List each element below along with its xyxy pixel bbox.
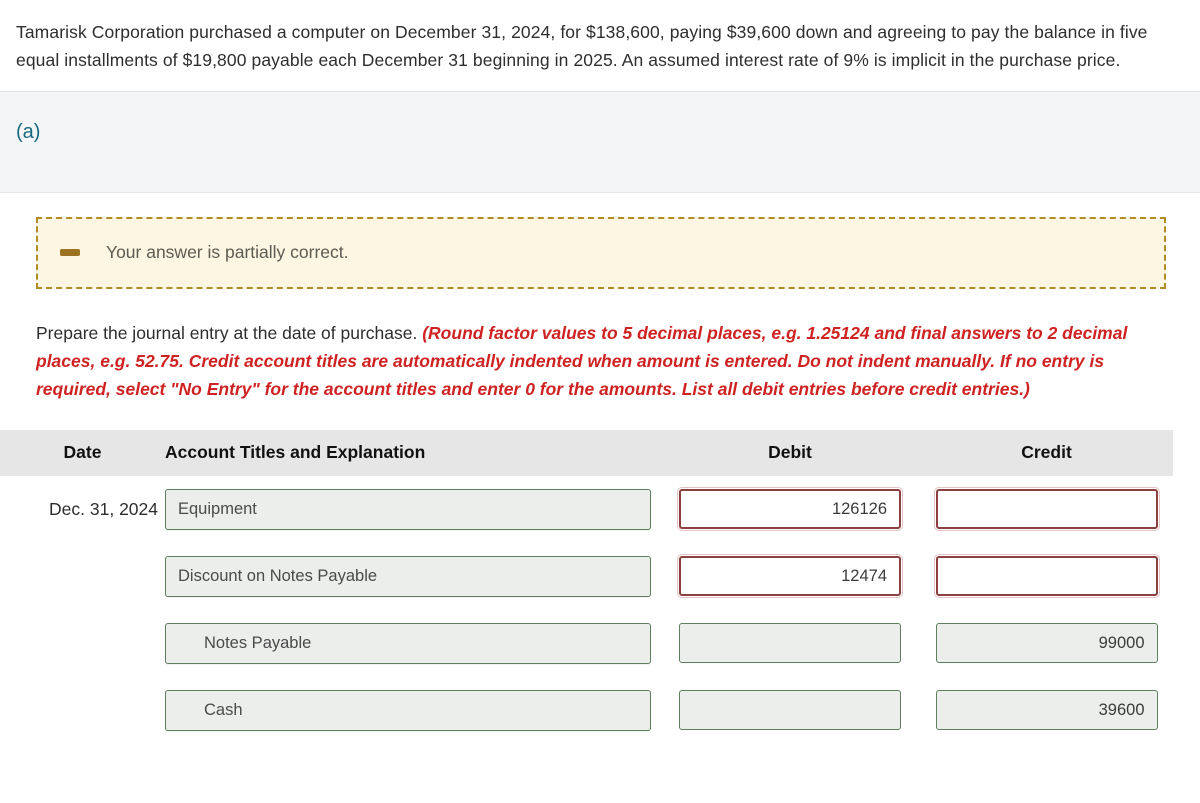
column-header-account: Account Titles and Explanation bbox=[165, 442, 426, 463]
debit-input-1[interactable]: 12474 bbox=[677, 554, 903, 599]
account-select-2[interactable]: Notes Payable bbox=[165, 622, 651, 664]
column-header-date: Date bbox=[63, 442, 102, 463]
credit-input-1[interactable] bbox=[933, 554, 1160, 599]
instructions: Prepare the journal entry at the date of… bbox=[0, 289, 1200, 404]
problem-statement: Tamarisk Corporation purchased a compute… bbox=[0, 0, 1200, 92]
credit-input-3[interactable]: 39600 bbox=[935, 690, 1158, 731]
minus-dash-icon bbox=[60, 249, 80, 257]
account-cell-3: Cash bbox=[165, 689, 660, 731]
instructions-lead: Prepare the journal entry at the date of… bbox=[36, 322, 423, 343]
journal-header-row: Date Account Titles and Explanation Debi… bbox=[0, 429, 1173, 476]
alert-wrapper: Your answer is partially correct. bbox=[0, 193, 1200, 289]
credit-cell-2: 99000 bbox=[920, 623, 1173, 664]
column-header-debit: Debit bbox=[768, 442, 812, 463]
part-label: (a) bbox=[16, 120, 41, 143]
credit-cell-0 bbox=[920, 487, 1173, 532]
account-select-3[interactable]: Cash bbox=[165, 689, 651, 731]
account-select-1[interactable]: Discount on Notes Payable bbox=[165, 555, 651, 597]
problem-text: Tamarisk Corporation purchased a compute… bbox=[16, 22, 1148, 71]
debit-cell-2 bbox=[660, 623, 920, 664]
table-row: Discount on Notes Payable 12474 bbox=[0, 543, 1200, 610]
debit-cell-0: 126126 bbox=[660, 487, 920, 532]
entry-date-2 bbox=[0, 633, 165, 654]
entry-date-0: Dec. 31, 2024 bbox=[49, 498, 158, 519]
credit-cell-3: 39600 bbox=[920, 690, 1173, 731]
table-row: Dec. 31, 2024 Equipment 126126 bbox=[0, 476, 1200, 543]
entry-date-3 bbox=[0, 700, 165, 721]
part-band: (a) bbox=[0, 91, 1200, 193]
account-cell-0: Equipment bbox=[165, 488, 660, 530]
credit-input-2[interactable]: 99000 bbox=[935, 623, 1158, 664]
credit-cell-1 bbox=[920, 554, 1173, 599]
journal-entry-table: Date Account Titles and Explanation Debi… bbox=[0, 429, 1200, 744]
table-row: Cash 39600 bbox=[0, 677, 1200, 744]
debit-cell-3 bbox=[660, 690, 920, 731]
account-cell-1: Discount on Notes Payable bbox=[165, 555, 660, 597]
debit-input-2[interactable] bbox=[679, 623, 901, 664]
partially-correct-alert: Your answer is partially correct. bbox=[36, 216, 1166, 289]
entry-date-1 bbox=[0, 566, 165, 587]
alert-message: Your answer is partially correct. bbox=[106, 242, 349, 263]
table-row: Notes Payable 99000 bbox=[0, 610, 1200, 677]
column-header-credit: Credit bbox=[1021, 442, 1072, 463]
account-select-0[interactable]: Equipment bbox=[165, 488, 651, 530]
debit-input-0[interactable]: 126126 bbox=[677, 487, 903, 532]
credit-input-0[interactable] bbox=[933, 487, 1160, 532]
debit-input-3[interactable] bbox=[679, 690, 901, 731]
account-cell-2: Notes Payable bbox=[165, 622, 660, 664]
debit-cell-1: 12474 bbox=[660, 554, 920, 599]
